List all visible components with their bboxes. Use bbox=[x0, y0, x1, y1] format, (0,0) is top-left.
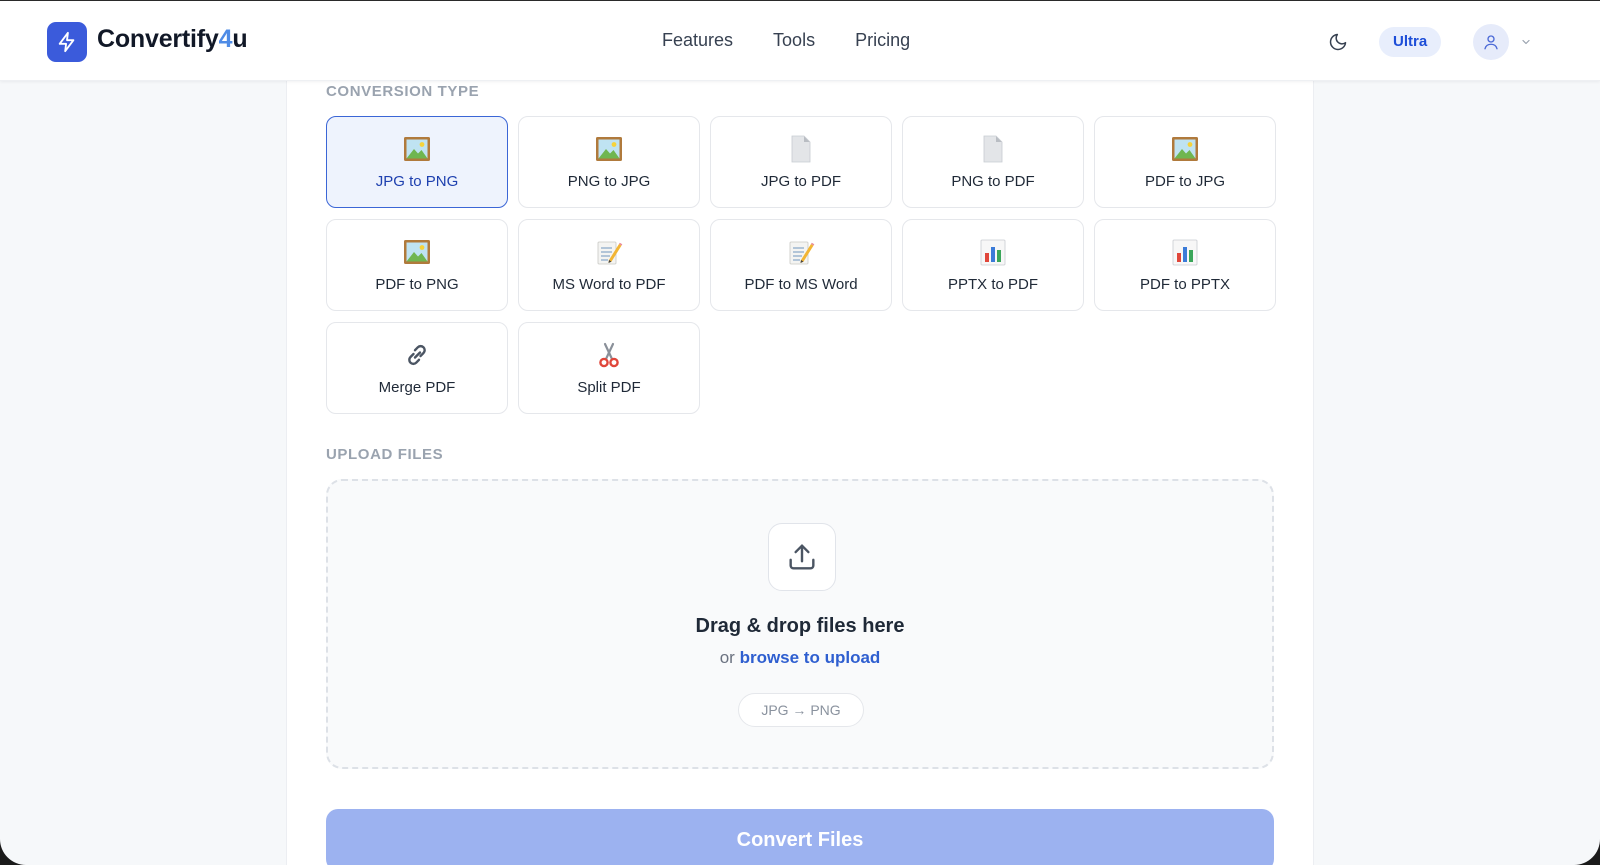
page-icon bbox=[789, 135, 813, 163]
top-navbar: Convertify4u Features Tools Pricing Ultr… bbox=[0, 1, 1600, 81]
conversion-type-option[interactable]: PNG to PDF bbox=[902, 116, 1084, 208]
conversion-type-option[interactable]: PDF to PPTX bbox=[1094, 219, 1276, 311]
convert-files-button[interactable]: Convert Files bbox=[326, 809, 1274, 865]
page-icon bbox=[981, 135, 1005, 163]
conversion-type-option[interactable]: PDF to PNG bbox=[326, 219, 508, 311]
nav-features[interactable]: Features bbox=[662, 30, 733, 51]
nav-pricing[interactable]: Pricing bbox=[855, 30, 910, 51]
picture-icon bbox=[403, 135, 431, 163]
conversion-type-option[interactable]: PNG to JPG bbox=[518, 116, 700, 208]
brand-name[interactable]: Convertify4u bbox=[97, 25, 248, 54]
brand-prefix: Convertify bbox=[97, 25, 219, 53]
main-nav: Features Tools Pricing bbox=[662, 30, 910, 51]
conversion-type-label: MS Word to PDF bbox=[552, 276, 666, 293]
brand-suffix: u bbox=[232, 25, 248, 53]
user-icon bbox=[1484, 35, 1498, 50]
conversion-type-option[interactable]: MS Word to PDF bbox=[518, 219, 700, 311]
conversion-type-label: PDF to JPG bbox=[1144, 173, 1226, 190]
conversion-type-label: PPTX to PDF bbox=[947, 276, 1039, 293]
logo[interactable] bbox=[47, 22, 87, 62]
conversion-type-label: CONVERSION TYPE bbox=[326, 83, 480, 100]
nav-tools[interactable]: Tools bbox=[773, 30, 815, 51]
picture-icon bbox=[595, 135, 623, 163]
user-avatar[interactable] bbox=[1473, 24, 1509, 60]
brand-accent: 4 bbox=[218, 25, 233, 53]
lightning-icon bbox=[58, 31, 75, 53]
conversion-type-label: JPG to PNG bbox=[375, 173, 459, 190]
file-dropzone[interactable]: Drag & drop files here or browse to uplo… bbox=[326, 479, 1274, 769]
moon-icon bbox=[1329, 33, 1347, 51]
conversion-type-option[interactable]: JPG to PDF bbox=[710, 116, 892, 208]
conversion-type-option[interactable]: Split PDF bbox=[518, 322, 700, 414]
upload-icon bbox=[789, 544, 815, 570]
conversion-type-option[interactable]: PDF to MS Word bbox=[710, 219, 892, 311]
conversion-type-label: PNG to PDF bbox=[951, 173, 1035, 190]
conversion-type-option[interactable]: Merge PDF bbox=[326, 322, 508, 414]
conversion-type-label: JPG to PDF bbox=[760, 173, 842, 190]
conversion-type-option[interactable]: PDF to JPG bbox=[1094, 116, 1276, 208]
picture-icon bbox=[1171, 135, 1199, 163]
conversion-type-label: PDF to PPTX bbox=[1139, 276, 1231, 293]
memo-icon bbox=[787, 238, 815, 266]
theme-toggle-button[interactable] bbox=[1326, 30, 1350, 54]
plan-badge[interactable]: Ultra bbox=[1379, 27, 1442, 57]
bar-chart-icon bbox=[980, 238, 1006, 266]
format-pill: JPG → PNG bbox=[738, 693, 864, 727]
conversion-type-option[interactable]: PPTX to PDF bbox=[902, 219, 1084, 311]
conversion-type-label: PDF to PNG bbox=[375, 276, 459, 293]
conversion-type-label: Split PDF bbox=[577, 379, 641, 396]
link-icon bbox=[403, 341, 431, 369]
upload-icon-box bbox=[768, 523, 836, 591]
scissors-icon bbox=[595, 341, 623, 369]
dropzone-subtitle: or browse to upload bbox=[328, 648, 1272, 668]
conversion-type-label: Merge PDF bbox=[378, 379, 456, 396]
picture-icon bbox=[403, 238, 431, 266]
browse-link[interactable]: browse to upload bbox=[740, 648, 881, 667]
dropzone-title: Drag & drop files here bbox=[695, 615, 905, 637]
account-menu-toggle[interactable] bbox=[1518, 34, 1534, 50]
conversion-type-option[interactable]: JPG to PNG bbox=[326, 116, 508, 208]
conversion-type-label: PNG to JPG bbox=[567, 173, 651, 190]
memo-icon bbox=[595, 238, 623, 266]
bar-chart-icon bbox=[1172, 238, 1198, 266]
conversion-type-label: PDF to MS Word bbox=[744, 276, 858, 293]
upload-files-label: UPLOAD FILES bbox=[326, 446, 444, 463]
chevron-down-icon bbox=[1522, 39, 1530, 45]
app-window: Convertify4u Features Tools Pricing Ultr… bbox=[0, 0, 1600, 865]
or-text: or bbox=[719, 648, 735, 667]
